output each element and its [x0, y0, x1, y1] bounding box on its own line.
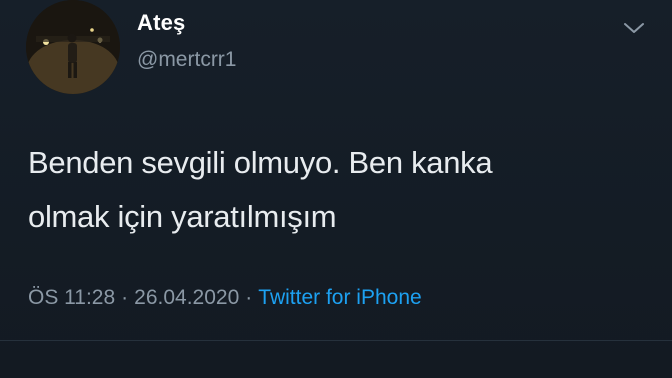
divider: [0, 340, 672, 341]
tweet-text-line-2: olmak için yaratılmışım: [28, 199, 337, 234]
chevron-down-icon[interactable]: [622, 20, 646, 36]
avatar-photo: [26, 0, 120, 94]
avatar[interactable]: [26, 0, 120, 94]
tweet-meta: ÖS 11:28 · 26.04.2020 · Twitter for iPhone: [28, 286, 422, 310]
tweet-text-line-1: Benden sevgili olmuyo. Ben kanka: [28, 145, 493, 180]
tweet-source-link[interactable]: Twitter for iPhone: [258, 286, 421, 309]
tweet-time[interactable]: ÖS 11:28: [28, 286, 115, 309]
meta-separator: ·: [121, 286, 129, 309]
tweet-date[interactable]: 26.04.2020: [134, 286, 239, 309]
meta-separator: ·: [245, 286, 253, 309]
user-handle[interactable]: @mertcrr1: [137, 48, 236, 72]
tweet-card: Ateş @mertcrr1 Benden sevgili olmuyo. Be…: [0, 0, 672, 378]
display-name[interactable]: Ateş: [137, 10, 186, 36]
tweet-text: Benden sevgili olmuyo. Ben kanka olmak i…: [28, 136, 648, 244]
